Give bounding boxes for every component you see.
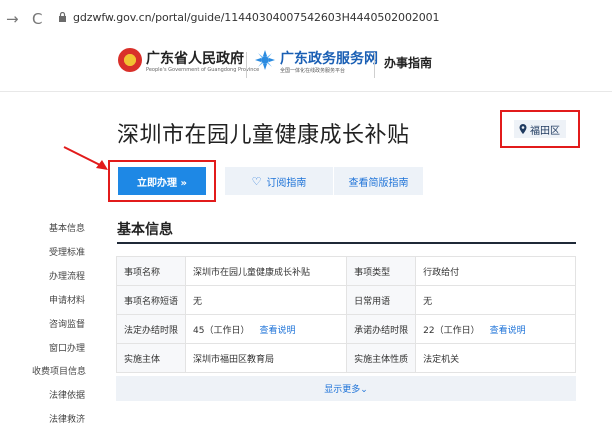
table-key: 实施主体性质 [346,343,417,373]
table-value: 45（工作日） [193,325,250,336]
table-value-cell: 22（工作日） 查看说明 [415,314,576,344]
heart-icon: ♡ [251,174,262,188]
region-label: 福田区 [530,125,560,137]
url-text[interactable]: gdzwfw.gov.cn/portal/guide/1144030400754… [73,11,440,24]
basic-info-table: 事项名称 深圳市在园儿童健康成长补贴 事项类型 行政给付 事项名称短语 无 日常… [115,256,576,373]
gov-emblem-icon [118,48,142,72]
table-row: 法定办结时限 45（工作日） 查看说明 承诺办结时限 22（工作日） 查看说明 [115,314,576,344]
implementing-body-link[interactable]: 深圳市福田区教育局 [185,343,348,373]
annotation-arrow-icon [63,146,108,170]
site-header: 广东省人民政府 People's Government of Guangdong… [0,40,612,92]
region-highlight-box: 福田区 [500,110,580,148]
table-value: 深圳市在园儿童健康成长补贴 [185,256,348,286]
gov-title[interactable]: 广东省人民政府 [146,48,244,68]
table-key: 事项名称短语 [115,285,187,315]
header-divider [246,52,247,78]
region-selector[interactable]: 福田区 [514,120,566,138]
table-row: 事项名称短语 无 日常用语 无 [115,285,576,315]
table-value: 法定机关 [415,343,576,373]
table-key: 法定办结时限 [115,314,187,344]
table-key: 实施主体 [115,343,187,373]
table-value: 行政给付 [415,256,576,286]
table-value-cell: 45（工作日） 查看说明 [185,314,348,344]
service-logo-icon [255,50,275,70]
guide-label: 办事指南 [384,56,433,70]
subscribe-guide-button[interactable]: ♡ 订阅指南 [225,167,333,195]
table-key: 日常用语 [346,285,417,315]
sidebar-item-materials[interactable]: 申请材料 [49,293,85,306]
view-explanation-link[interactable]: 查看说明 [490,326,526,336]
lock-icon [59,12,66,22]
gov-subtitle: People's Government of Guangdong Provinc… [146,67,260,73]
reload-icon[interactable]: C [32,10,42,28]
table-key: 承诺办结时限 [346,314,417,344]
sidebar-item-fees[interactable]: 收费项目信息 [32,364,86,377]
subscribe-guide-label: 订阅指南 [266,177,307,189]
section-divider [117,242,576,244]
simple-guide-button[interactable]: 查看简版指南 [334,167,423,195]
view-explanation-link[interactable]: 查看说明 [259,326,295,336]
sidebar-item-legal-remedy[interactable]: 法律救济 [49,412,85,425]
table-value: 无 [185,285,348,315]
sidebar-item-window[interactable]: 窗口办理 [49,341,85,354]
table-key: 事项类型 [346,256,417,286]
service-subtitle: 全国一体化在线政务服务平台 [280,68,346,74]
section-title: 基本信息 [117,222,173,238]
sidebar-item-legal-basis[interactable]: 法律依据 [49,388,85,401]
table-row: 实施主体 深圳市福田区教育局 实施主体性质 法定机关 [115,343,576,373]
show-more-button[interactable]: 显示更多⌄ [116,376,576,401]
table-key: 事项名称 [115,256,187,286]
sidebar-item-consult[interactable]: 咨询监督 [49,317,85,330]
header-divider [374,52,375,78]
sidebar-item-process[interactable]: 办理流程 [49,269,85,282]
back-arrow-icon[interactable]: → [6,10,19,28]
table-value: 无 [415,285,576,315]
browser-address-bar: → C gdzwfw.gov.cn/portal/guide/114403040… [0,0,612,40]
location-pin-icon [519,124,527,134]
table-row: 事项名称 深圳市在园儿童健康成长补贴 事项类型 行政给付 [115,256,576,286]
page-title: 深圳市在园儿童健康成长补贴 [117,123,410,148]
sidebar-item-acceptance[interactable]: 受理标准 [49,245,85,258]
apply-now-button[interactable]: 立即办理 » [118,167,206,195]
table-value: 22（工作日） [423,325,480,336]
sidebar-item-basic-info[interactable]: 基本信息 [49,221,85,234]
service-title[interactable]: 广东政务服务网 [280,48,378,68]
page: → C gdzwfw.gov.cn/portal/guide/114403040… [0,0,612,438]
